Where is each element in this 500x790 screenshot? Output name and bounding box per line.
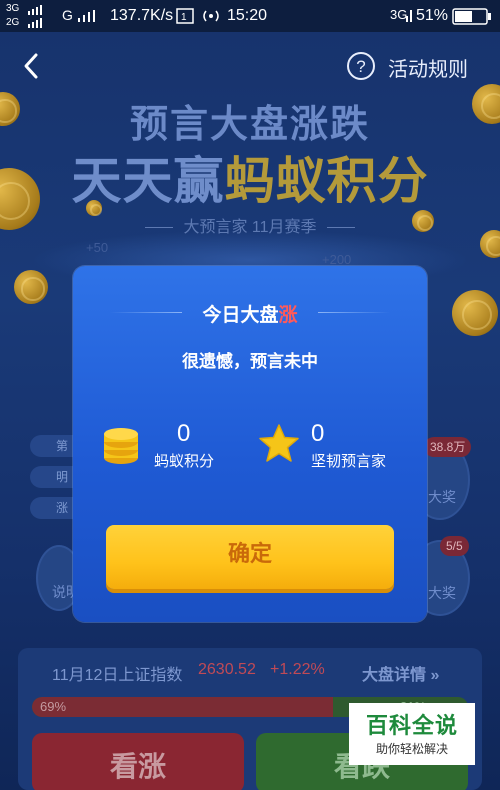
dialog-title-highlight: 涨 xyxy=(278,304,298,326)
clock: 15:20 xyxy=(227,7,268,24)
star-icon xyxy=(259,424,299,462)
confirm-button[interactable]: 确定 xyxy=(106,525,394,589)
watermark-tagline: 助你轻松解决 xyxy=(375,742,448,756)
svg-text:1: 1 xyxy=(181,12,187,23)
network-speed: 137.7K/s xyxy=(110,7,174,24)
battery-percent: 51% xyxy=(416,7,449,24)
ant-points-label: 蚂蚁积分 xyxy=(154,452,215,470)
signal-bars-icon xyxy=(28,5,48,15)
sim-card-icon: 1 xyxy=(176,8,194,24)
coin-stack-icon xyxy=(104,428,138,464)
watermark-logo: 百科全说 xyxy=(365,714,458,739)
dialog-title-prefix: 今日大盘 xyxy=(202,304,279,326)
battery-icon xyxy=(452,8,491,25)
dialog-title: 今日大盘涨 xyxy=(0,300,500,327)
sim2-label: 2G xyxy=(6,17,20,28)
ant-points-value: 0 xyxy=(177,420,191,447)
prophet-badge-value: 0 xyxy=(311,420,325,447)
status-bar: 3G 2G G 137.7K/s 1 15:20 3G 51% xyxy=(0,0,500,32)
signal-bars-icon xyxy=(78,10,100,22)
dialog-message: 很遗憾，预言未中 xyxy=(182,352,318,372)
prophet-badge-label: 坚韧预言家 xyxy=(311,452,387,470)
network-label: G xyxy=(62,7,73,23)
signal-bars-icon xyxy=(28,18,48,28)
hotspot-icon xyxy=(203,10,219,22)
signal-type: 3G xyxy=(390,7,408,22)
sim1-label: 3G xyxy=(6,3,20,14)
signal-bars-icon xyxy=(406,10,414,22)
